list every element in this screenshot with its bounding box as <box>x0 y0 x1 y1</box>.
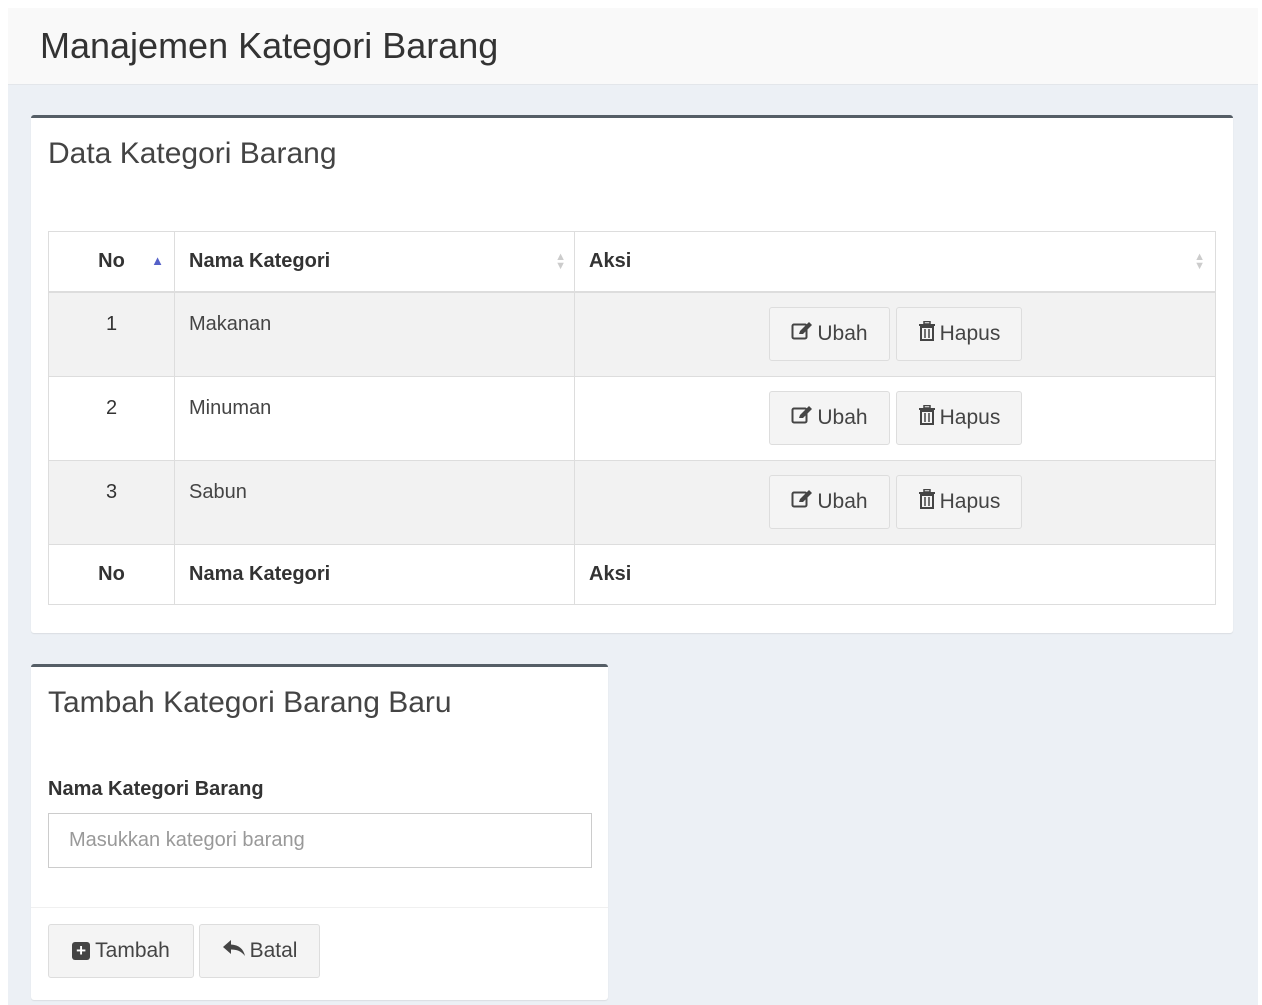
sort-both-icon: ▲ ▼ <box>555 250 566 272</box>
row-number: 1 <box>48 291 175 377</box>
category-table: No ▲ Nama Kategori ▲ ▼ Aksi ▲ ▼ 1 Makana… <box>48 231 1216 605</box>
category-name-label: Nama Kategori Barang <box>48 778 264 800</box>
sort-ascending-icon: ▲ <box>151 253 164 268</box>
column-header-name[interactable]: Nama Kategori ▲ ▼ <box>174 231 575 293</box>
delete-label: Hapus <box>939 490 1001 513</box>
edit-label: Ubah <box>817 490 868 513</box>
cancel-label: Batal <box>249 939 298 962</box>
delete-label: Hapus <box>939 406 1001 429</box>
plus-square-icon: + <box>72 942 91 960</box>
column-footer-label: No <box>98 563 125 585</box>
edit-button[interactable]: Ubah <box>769 391 890 445</box>
cancel-button[interactable]: Batal <box>199 924 320 978</box>
column-header-label: No <box>98 250 125 272</box>
edit-icon <box>791 405 813 431</box>
page-title: Manajemen Kategori Barang <box>40 25 499 66</box>
row-actions: Ubah Hapus <box>574 376 1216 461</box>
delete-button[interactable]: Hapus <box>896 307 1022 361</box>
sort-both-icon: ▲ ▼ <box>1194 250 1205 272</box>
column-footer-label: Aksi <box>589 563 632 585</box>
column-footer-name: Nama Kategori <box>174 544 575 605</box>
edit-button[interactable]: Ubah <box>769 475 890 529</box>
table-header-row: No ▲ Nama Kategori ▲ ▼ Aksi ▲ ▼ <box>48 231 1216 293</box>
add-label: Tambah <box>95 939 170 962</box>
content-header: Manajemen Kategori Barang <box>8 8 1258 85</box>
reply-icon <box>222 939 246 963</box>
table-row: 3 Sabun Ubah Hapus <box>48 460 1216 545</box>
column-footer-no: No <box>48 544 175 605</box>
table-row: 2 Minuman Ubah Hapus <box>48 376 1216 461</box>
delete-button[interactable]: Hapus <box>896 475 1022 529</box>
row-category-name: Makanan <box>174 291 575 377</box>
row-actions: Ubah Hapus <box>574 460 1216 545</box>
add-category-box: Tambah Kategori Barang Baru Nama Kategor… <box>31 664 608 1000</box>
column-header-label: Aksi <box>589 250 632 272</box>
row-number: 3 <box>48 460 175 545</box>
delete-button[interactable]: Hapus <box>896 391 1022 445</box>
column-footer-label: Nama Kategori <box>189 563 331 585</box>
row-category-name: Minuman <box>174 376 575 461</box>
table-footer-row: No Nama Kategori Aksi <box>48 544 1216 605</box>
trash-icon <box>918 404 936 431</box>
column-header-label: Nama Kategori <box>189 250 331 272</box>
form-box-title: Tambah Kategori Barang Baru <box>48 686 452 719</box>
column-header-action[interactable]: Aksi ▲ ▼ <box>574 231 1216 293</box>
row-number: 2 <box>48 376 175 461</box>
delete-label: Hapus <box>939 322 1001 345</box>
table-row: 1 Makanan Ubah Hapus <box>48 291 1216 377</box>
edit-label: Ubah <box>817 322 868 345</box>
edit-icon <box>791 489 813 515</box>
row-category-name: Sabun <box>174 460 575 545</box>
column-header-no[interactable]: No ▲ <box>48 231 175 293</box>
column-footer-action: Aksi <box>574 544 1216 605</box>
add-button[interactable]: + Tambah <box>48 924 194 978</box>
content-wrapper: Manajemen Kategori Barang Data Kategori … <box>8 8 1258 1005</box>
trash-icon <box>918 488 936 515</box>
table-box-title: Data Kategori Barang <box>48 137 337 170</box>
trash-icon <box>918 320 936 347</box>
edit-label: Ubah <box>817 406 868 429</box>
row-actions: Ubah Hapus <box>574 291 1216 377</box>
edit-icon <box>791 321 813 347</box>
form-footer: + Tambah Batal <box>31 907 608 1001</box>
category-name-input[interactable] <box>48 813 592 868</box>
edit-button[interactable]: Ubah <box>769 307 890 361</box>
category-table-box: Data Kategori Barang No ▲ Nama Kategori … <box>31 115 1233 633</box>
